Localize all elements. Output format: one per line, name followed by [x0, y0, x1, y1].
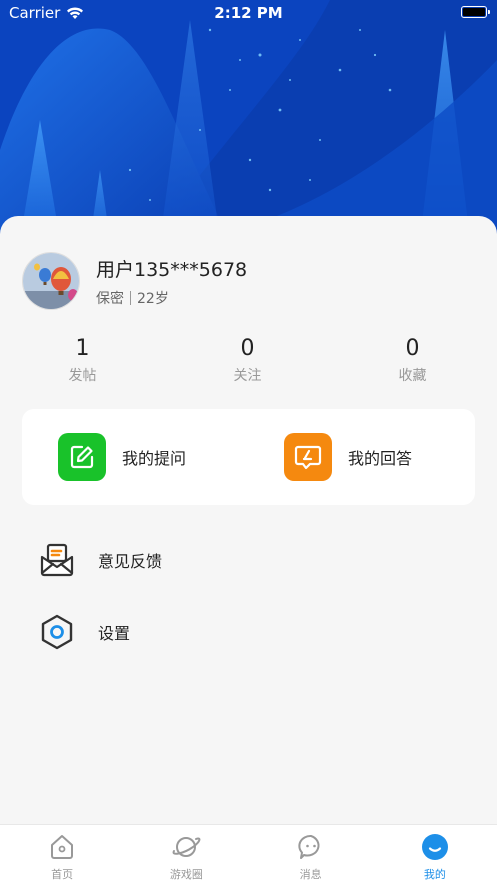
- tab-messages[interactable]: 消息: [249, 825, 373, 883]
- menu-item-settings[interactable]: 设置: [38, 613, 130, 651]
- feedback-label: 意见反馈: [98, 552, 163, 571]
- stat-favorites-value: 0: [405, 336, 420, 361]
- tab-game-circle[interactable]: 游戏圈: [124, 825, 248, 883]
- settings-hexagon-icon: [38, 613, 76, 651]
- balloon-avatar-image: [23, 253, 79, 309]
- status-bar: Carrier 2:12 PM: [0, 0, 497, 26]
- stat-following[interactable]: 0 关注: [165, 336, 330, 385]
- stat-posts-value: 1: [75, 336, 90, 361]
- tab-messages-label: 消息: [299, 868, 322, 881]
- stat-following-value: 0: [240, 336, 255, 361]
- quick-actions-card: 我的提问 我的回答: [22, 409, 475, 505]
- stat-posts-label: 发帖: [68, 368, 97, 384]
- profile-sheet: 用户135***5678 保密 22岁 1 发帖 0 关注 0 收藏 我的提问 …: [0, 216, 497, 826]
- age-label: 22岁: [137, 290, 169, 307]
- bottom-tab-bar: 首页 游戏圈 消息 我的: [0, 824, 497, 883]
- tab-mine-label: 我的: [423, 868, 446, 881]
- my-questions-label: 我的提问: [122, 449, 187, 468]
- feedback-mail-icon: [38, 541, 76, 579]
- home-icon: [47, 832, 77, 862]
- tab-home-label: 首页: [51, 868, 74, 881]
- stat-favorites-label: 收藏: [398, 368, 427, 384]
- planet-icon: [171, 832, 201, 862]
- profile-meta: 保密 22岁: [96, 288, 247, 308]
- settings-label: 设置: [98, 624, 131, 643]
- battery-icon: [461, 6, 490, 18]
- menu-item-feedback[interactable]: 意见反馈: [38, 541, 162, 579]
- smile-icon: [420, 832, 450, 862]
- tab-game-circle-label: 游戏圈: [169, 868, 203, 881]
- gender-label: 保密: [96, 290, 124, 307]
- stat-following-label: 关注: [233, 368, 262, 384]
- chat-bubble-icon: [296, 832, 326, 862]
- answer-icon: [284, 433, 332, 481]
- avatar[interactable]: [22, 252, 80, 310]
- my-answers-label: 我的回答: [348, 449, 413, 468]
- my-answers-button[interactable]: 我的回答: [284, 433, 412, 481]
- tab-mine[interactable]: 我的: [373, 825, 497, 883]
- stat-favorites[interactable]: 0 收藏: [330, 336, 495, 385]
- profile-header[interactable]: 用户135***5678 保密 22岁: [22, 252, 247, 310]
- tab-home[interactable]: 首页: [0, 825, 124, 883]
- edit-icon: [58, 433, 106, 481]
- status-time: 2:12 PM: [214, 4, 283, 22]
- my-questions-button[interactable]: 我的提问: [58, 433, 186, 481]
- stats-row: 1 发帖 0 关注 0 收藏: [0, 336, 497, 385]
- username: 用户135***5678: [96, 258, 248, 281]
- mountain-illustration: [0, 0, 497, 240]
- stat-posts[interactable]: 1 发帖: [0, 336, 165, 385]
- header-background: [0, 0, 497, 240]
- meta-divider: [130, 290, 131, 305]
